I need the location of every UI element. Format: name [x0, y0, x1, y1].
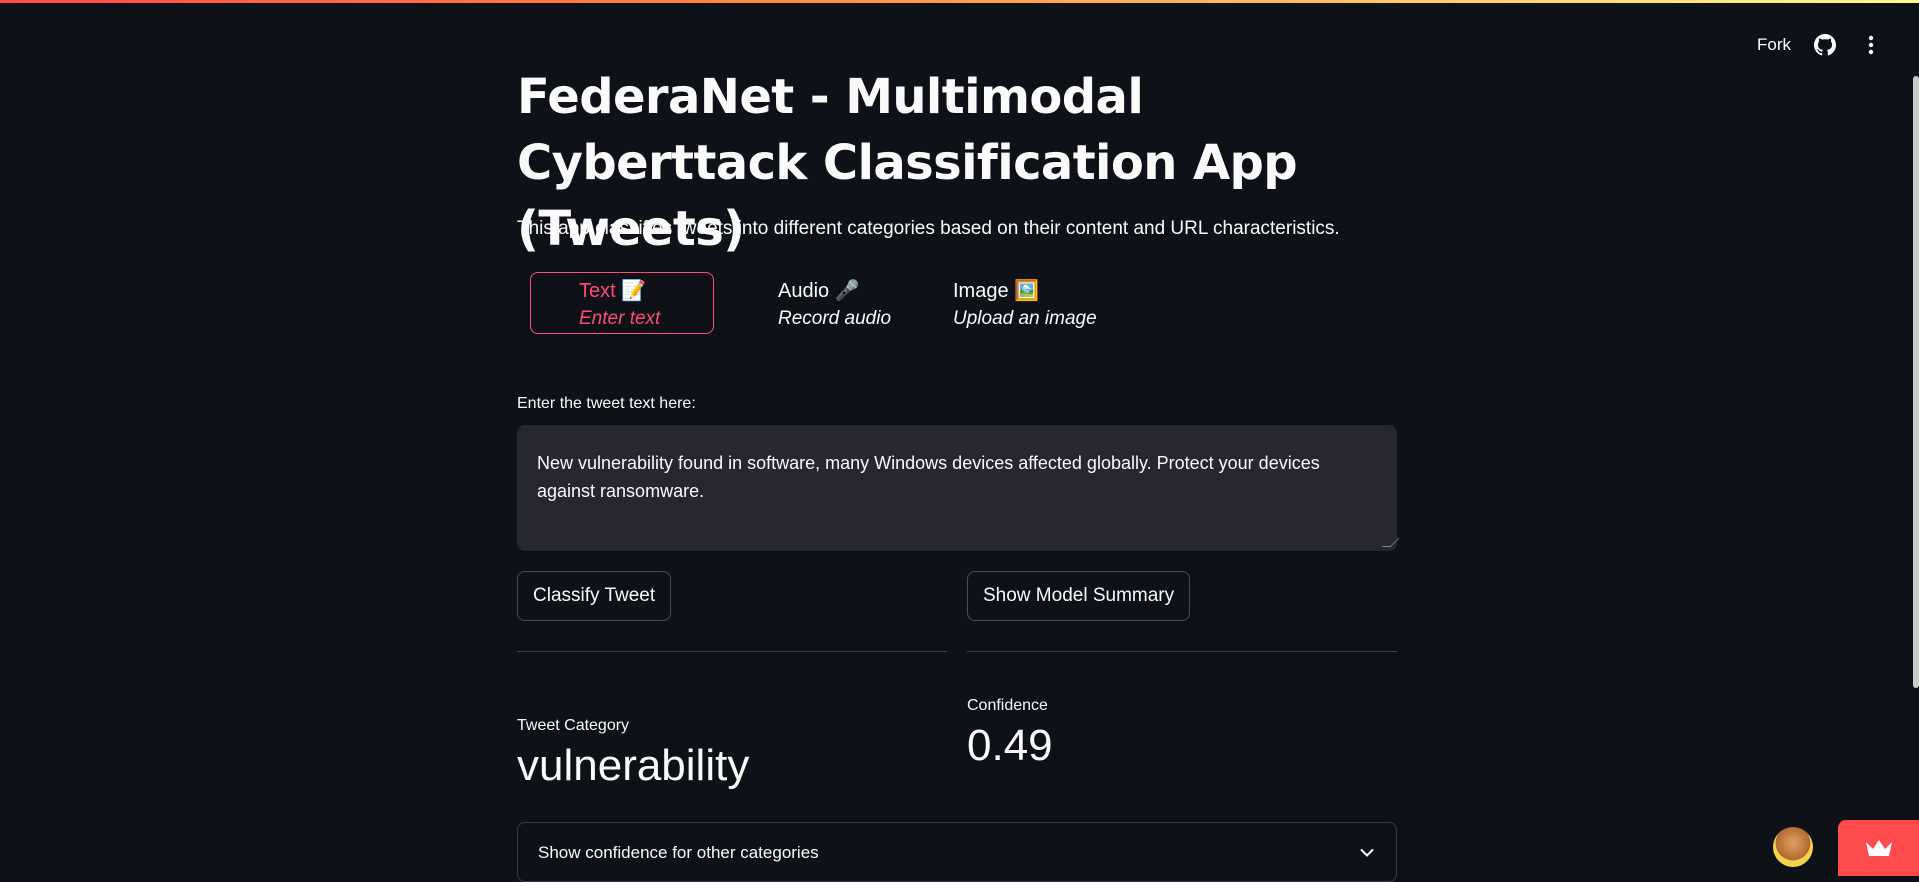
user-avatar[interactable] — [1773, 827, 1813, 867]
tweet-input-label: Enter the tweet text here: — [517, 395, 696, 412]
divider-right — [967, 651, 1397, 652]
tab-image[interactable]: Image 🖼️ Upload an image — [952, 272, 1172, 334]
tab-text[interactable]: Text 📝 Enter text — [530, 272, 714, 334]
tab-audio[interactable]: Audio 🎤 Record audio — [714, 272, 952, 334]
tab-audio-label: Audio 🎤 — [778, 280, 860, 302]
app-toolbar: Fork — [1757, 32, 1883, 58]
confidence-value: 0.49 — [967, 721, 1053, 770]
confidence-label: Confidence — [967, 697, 1048, 714]
show-model-summary-button[interactable]: Show Model Summary — [967, 571, 1191, 621]
tweet-text-area[interactable]: New vulnerability found in software, man… — [517, 425, 1397, 551]
tweet-category-value: vulnerability — [517, 741, 750, 790]
tab-image-label: Image 🖼️ — [953, 280, 1040, 302]
kebab-menu-icon[interactable] — [1859, 33, 1883, 57]
page-description: This app classifies tweets into differen… — [517, 218, 1340, 239]
tweet-category-label: Tweet Category — [517, 717, 630, 734]
tab-text-label: Text 📝 — [579, 280, 647, 302]
input-mode-tabs: Text 📝 Enter text Audio 🎤 Record audio I… — [530, 272, 1172, 334]
page-scrollbar[interactable] — [1913, 76, 1919, 688]
classify-tweet-button[interactable]: Classify Tweet — [517, 571, 672, 621]
expander-label: Show confidence for other categories — [538, 843, 819, 862]
tab-text-sub: Enter text — [579, 308, 661, 329]
chevron-down-icon — [1360, 843, 1374, 863]
top-decoration-bar — [0, 0, 1919, 3]
fork-button[interactable]: Fork — [1757, 35, 1791, 55]
tab-image-sub: Upload an image — [953, 308, 1097, 329]
github-icon[interactable] — [1813, 33, 1837, 57]
divider-left — [517, 651, 947, 652]
tab-audio-sub: Record audio — [778, 308, 892, 329]
crown-icon — [1865, 840, 1892, 856]
streamlit-badge[interactable] — [1838, 820, 1919, 876]
confidence-expander[interactable]: Show confidence for other categories — [517, 822, 1397, 882]
